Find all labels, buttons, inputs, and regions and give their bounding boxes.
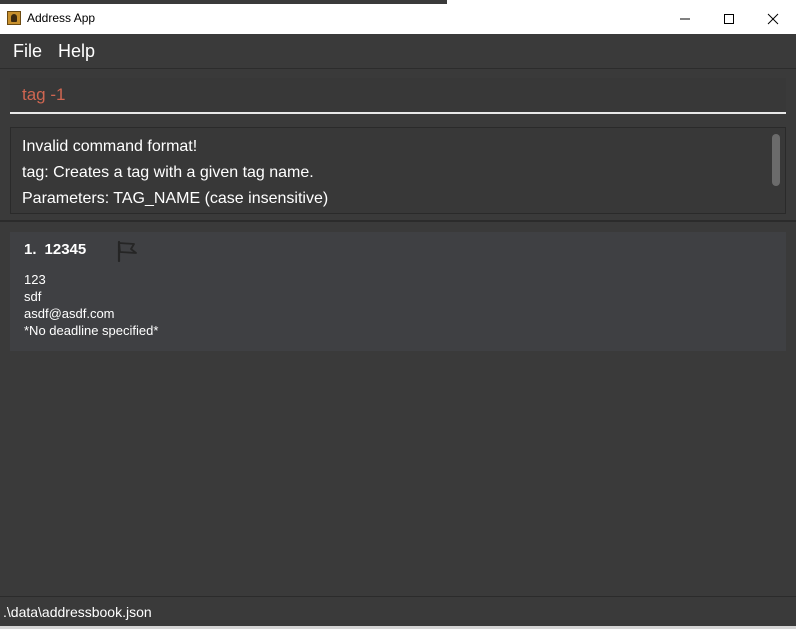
close-icon: [767, 13, 779, 25]
person-card-title: 1. 12345: [24, 241, 86, 258]
person-address: sdf: [24, 289, 42, 304]
result-scrollbar-thumb[interactable]: [772, 134, 780, 186]
person-list-panel: 1. 12345 123 sdf asdf@asdf.com *No deadli…: [0, 222, 796, 596]
person-email: asdf@asdf.com: [24, 306, 115, 321]
menu-file[interactable]: File: [13, 41, 42, 62]
person-phone: 123: [24, 272, 46, 287]
status-bar: .\data\addressbook.json: [0, 596, 796, 626]
app-icon: [7, 11, 21, 25]
result-line: Invalid command format!: [22, 138, 198, 155]
result-display[interactable]: Invalid command format! tag: Creates a t…: [10, 127, 786, 214]
command-input[interactable]: tag -1: [10, 78, 786, 114]
person-card-index: 1.: [24, 241, 37, 258]
minimize-icon: [680, 18, 690, 20]
minimize-button[interactable]: [662, 4, 708, 34]
result-line: tag: Creates a tag with a given tag name…: [22, 164, 314, 181]
result-line: Parameters: TAG_NAME (case insensitive): [22, 190, 329, 207]
command-input-value[interactable]: tag -1: [22, 85, 65, 105]
flag-icon: [117, 240, 137, 262]
title-bar[interactable]: Address App: [0, 4, 796, 34]
close-button[interactable]: [750, 4, 796, 34]
person-deadline: *No deadline specified*: [24, 323, 159, 338]
maximize-button[interactable]: [706, 4, 752, 34]
person-card-name: 12345: [44, 241, 87, 258]
menu-help[interactable]: Help: [58, 41, 95, 62]
maximize-icon: [724, 14, 734, 24]
menu-bar: File Help: [0, 34, 796, 69]
person-card[interactable]: 1. 12345 123 sdf asdf@asdf.com *No deadli…: [10, 232, 786, 351]
status-file-path: .\data\addressbook.json: [3, 604, 152, 620]
window-title: Address App: [27, 11, 96, 25]
